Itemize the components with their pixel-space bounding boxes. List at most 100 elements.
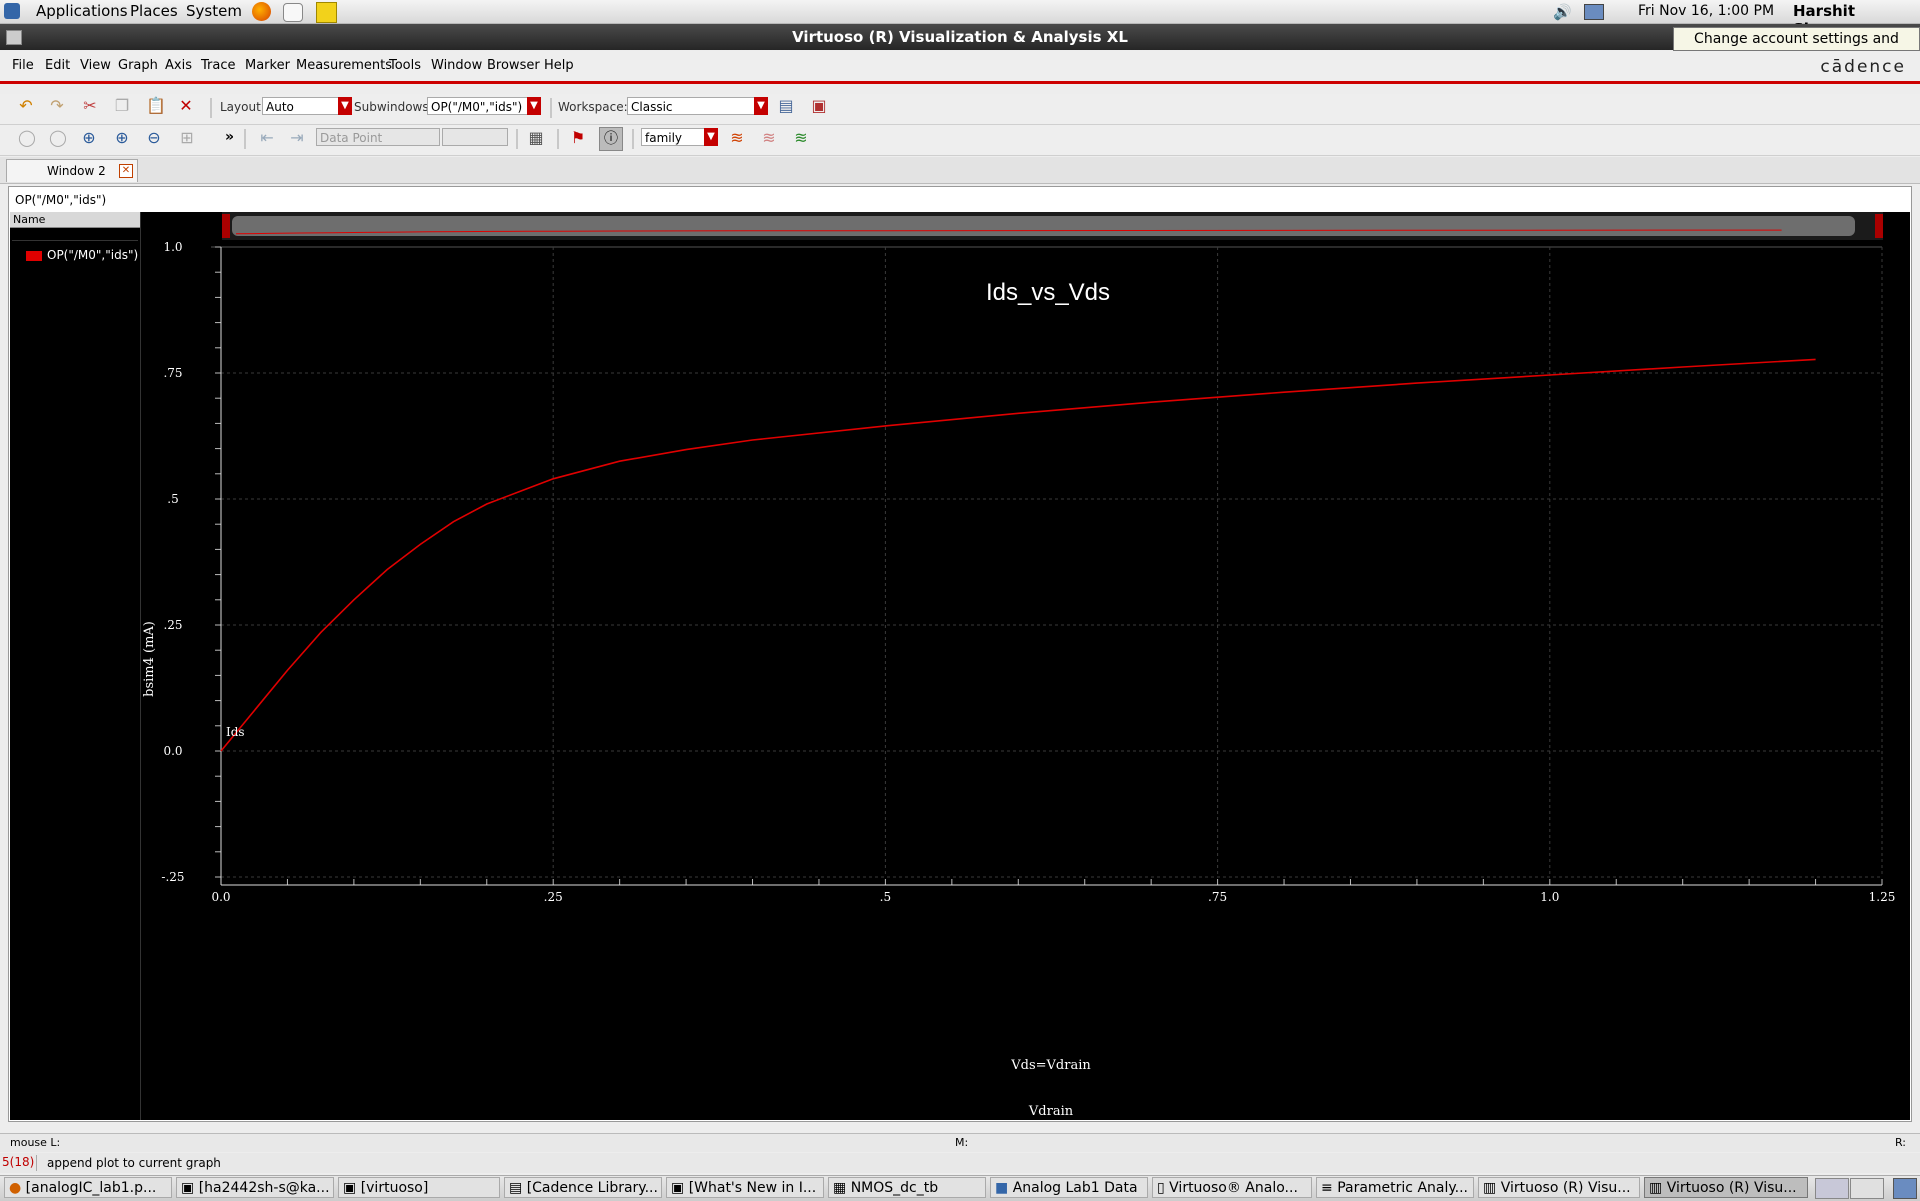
taskbar-item[interactable]: ▯ Virtuoso® Analo... bbox=[1152, 1177, 1312, 1198]
trace-label: Ids bbox=[226, 725, 245, 739]
chart-title: Ids_vs_Vds bbox=[986, 279, 1110, 306]
taskbar-item[interactable]: ● [analogIC_lab1.p... bbox=[4, 1177, 172, 1198]
taskbar-item[interactable]: ■ Analog Lab1 Data bbox=[990, 1177, 1148, 1198]
save-workspace-icon[interactable]: ▤ bbox=[777, 97, 795, 115]
zoom-in-icon[interactable]: ⊕ bbox=[80, 129, 98, 147]
chevron-down-icon[interactable]: ▼ bbox=[754, 97, 768, 115]
family-waves-icon[interactable]: ≋ bbox=[728, 129, 746, 147]
taskbar-item[interactable]: ▤ [Cadence Library... bbox=[504, 1177, 662, 1198]
y-tick-label: .75 bbox=[163, 366, 182, 380]
cut-icon[interactable]: ✂ bbox=[81, 97, 99, 115]
account-tooltip: Change account settings and status bbox=[1673, 27, 1920, 69]
x-annotation: Vds=Vdrain bbox=[1010, 1058, 1091, 1073]
menu-help[interactable]: Help bbox=[544, 58, 574, 73]
zoom-x-icon[interactable]: ⊕ bbox=[113, 129, 131, 147]
layout-select[interactable]: Auto bbox=[262, 97, 339, 115]
marker-value-input[interactable] bbox=[442, 128, 508, 146]
taskbar-item[interactable]: ▣ [ha2442sh-s@ka... bbox=[176, 1177, 334, 1198]
taskbar-item[interactable]: ▣ [What's New in I... bbox=[666, 1177, 824, 1198]
volume-icon[interactable]: 🔊 bbox=[1553, 3, 1572, 21]
workspace-switcher-2[interactable] bbox=[1850, 1178, 1884, 1199]
family-select[interactable]: family bbox=[641, 128, 706, 146]
scrollbar-thumb[interactable] bbox=[232, 216, 1855, 236]
family-split-icon[interactable]: ≋ bbox=[760, 129, 778, 147]
menu-file[interactable]: File bbox=[12, 58, 34, 73]
zoom-box-icon[interactable]: ⊞ bbox=[178, 129, 196, 147]
marker-mode-select[interactable]: Data Point bbox=[316, 128, 440, 146]
system-menu[interactable]: System bbox=[186, 2, 242, 20]
taskbar-item-label: [ha2442sh-s@ka... bbox=[198, 1180, 330, 1196]
ids-vs-vds-chart[interactable]: -.25 0.0 .25 .5 .75 1.0 0.0 .25 .5 .75 1.0 1.25 Ids… bbox=[141, 212, 1910, 1120]
trash-icon[interactable] bbox=[1893, 1178, 1917, 1199]
family-stack-icon[interactable]: ≋ bbox=[792, 129, 810, 147]
workspace-switcher-1[interactable] bbox=[1815, 1178, 1849, 1199]
x-tick-label: .75 bbox=[1208, 890, 1227, 904]
trace-name[interactable]: OP("/M0","ids") bbox=[47, 248, 138, 262]
copy-icon[interactable]: ❐ bbox=[113, 97, 131, 115]
network-icon[interactable] bbox=[1584, 4, 1604, 20]
zoom-fit-icon[interactable]: ◯ bbox=[18, 129, 36, 147]
toolbar-separator bbox=[210, 98, 212, 118]
delete-icon[interactable]: ✕ bbox=[177, 97, 195, 115]
delete-workspace-icon[interactable]: ▣ bbox=[810, 97, 828, 115]
chevron-down-icon[interactable]: ▼ bbox=[527, 97, 541, 115]
flag-icon[interactable]: ⚑ bbox=[569, 129, 587, 147]
taskbar-item[interactable]: ▥ Virtuoso (R) Visu... bbox=[1478, 1177, 1640, 1198]
y-tick-label: .5 bbox=[167, 492, 178, 506]
scrollbar-right-handle[interactable] bbox=[1875, 214, 1883, 238]
close-icon[interactable]: ✕ bbox=[119, 164, 133, 178]
places-menu[interactable]: Places bbox=[130, 2, 178, 20]
applications-menu[interactable]: Applications bbox=[36, 2, 128, 20]
y-tick-label: 0.0 bbox=[163, 744, 182, 758]
x-scrollbar[interactable] bbox=[222, 212, 1883, 240]
taskbar-item-active[interactable]: ▥ Virtuoso (R) Visu... bbox=[1644, 1177, 1808, 1198]
window-tab-bar bbox=[0, 157, 1920, 184]
paste-icon[interactable]: 📋 bbox=[146, 97, 166, 115]
taskbar-item[interactable]: ▦ NMOS_dc_tb bbox=[828, 1177, 986, 1198]
toolbar-separator bbox=[244, 129, 246, 149]
info-icon[interactable]: ⓘ bbox=[599, 127, 623, 151]
trace-color-swatch[interactable] bbox=[26, 251, 42, 261]
redo-icon[interactable]: ↷ bbox=[48, 97, 66, 115]
marker-next-icon[interactable]: ⇥ bbox=[288, 129, 306, 147]
window-title: Virtuoso (R) Visualization & Analysis XL bbox=[792, 28, 1128, 46]
clock[interactable]: Fri Nov 16, 1:00 PM bbox=[1638, 3, 1774, 19]
subwindows-select[interactable]: OP("/M0","ids") bbox=[427, 97, 528, 115]
applications-icon[interactable] bbox=[4, 3, 20, 19]
zoom-y-icon[interactable]: ⊖ bbox=[145, 129, 163, 147]
menu-trace[interactable]: Trace bbox=[201, 58, 236, 73]
menu-window[interactable]: Window bbox=[431, 58, 482, 73]
chevron-down-icon[interactable]: ▼ bbox=[704, 128, 718, 146]
chevron-down-icon[interactable]: ▼ bbox=[338, 97, 352, 115]
mail-icon[interactable] bbox=[283, 3, 303, 22]
toolbar-separator bbox=[557, 129, 559, 149]
trace-browser-header: Name bbox=[10, 212, 140, 228]
traces bbox=[220, 358, 1816, 752]
subwindow-title: OP("/M0","ids") bbox=[15, 193, 107, 207]
zoom-reset-icon[interactable]: ◯ bbox=[49, 129, 67, 147]
menu-marker[interactable]: Marker bbox=[245, 58, 290, 73]
notes-icon[interactable] bbox=[316, 2, 337, 23]
undo-icon[interactable]: ↶ bbox=[17, 97, 35, 115]
menu-edit[interactable]: Edit bbox=[45, 58, 70, 73]
marker-prev-icon[interactable]: ⇤ bbox=[258, 129, 276, 147]
menu-axis[interactable]: Axis bbox=[165, 58, 192, 73]
scrollbar-left-handle[interactable] bbox=[222, 214, 230, 238]
x-tick-label: .25 bbox=[544, 890, 563, 904]
menu-browser[interactable]: Browser bbox=[487, 58, 540, 73]
menu-view[interactable]: View bbox=[80, 58, 111, 73]
window-titlebar[interactable]: Virtuoso (R) Visualization & Analysis XL bbox=[0, 24, 1920, 50]
taskbar-item[interactable]: ≡ Parametric Analy... bbox=[1316, 1177, 1474, 1198]
toolbar-more[interactable]: » bbox=[225, 129, 234, 145]
menu-measurements[interactable]: Measurements bbox=[296, 58, 392, 73]
workspace-select[interactable]: Classic bbox=[627, 97, 755, 115]
cadence-logo: cādence bbox=[1820, 57, 1906, 77]
firefox-icon[interactable] bbox=[252, 2, 271, 21]
grid bbox=[211, 246, 1883, 878]
window-menu-icon[interactable] bbox=[6, 30, 22, 45]
menu-graph[interactable]: Graph bbox=[118, 58, 158, 73]
menu-tools[interactable]: Tools bbox=[389, 58, 421, 73]
trace-browser bbox=[10, 212, 141, 1120]
taskbar-item[interactable]: ▣ [virtuoso] bbox=[338, 1177, 500, 1198]
calculator-icon[interactable]: ▦ bbox=[527, 129, 545, 147]
